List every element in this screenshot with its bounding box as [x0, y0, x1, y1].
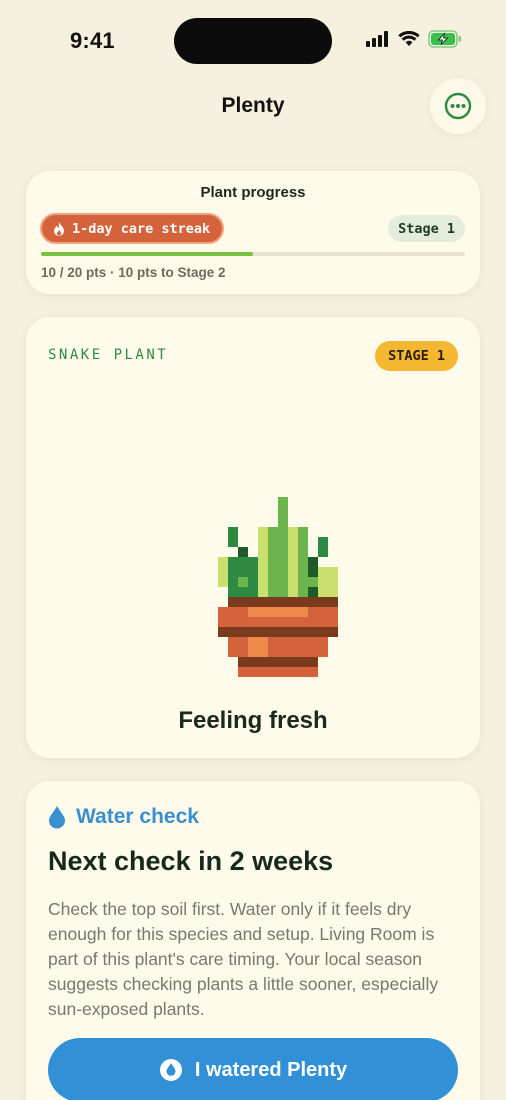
more-options-button[interactable]	[430, 78, 486, 134]
progress-fill	[41, 252, 253, 256]
plant-progress-card: Plant progress 1-day care streak Stage 1…	[26, 171, 480, 294]
plant-species: SNAKE PLANT	[48, 347, 169, 363]
battery-charging-icon	[428, 30, 461, 48]
plant-card: SNAKE PLANT STAGE 1 Feeling fresh	[26, 317, 480, 758]
dynamic-island	[174, 18, 332, 64]
water-check-description: Check the top soil first. Water only if …	[48, 899, 439, 1019]
care-streak-badge: 1-day care streak	[40, 213, 225, 244]
water-check-label: Water check	[76, 805, 199, 828]
plant-mood: Feeling fresh	[178, 707, 328, 734]
wifi-icon	[398, 31, 420, 46]
stage-badge: STAGE 1	[375, 341, 458, 371]
next-check-heading: Next check in 2 weeks	[48, 846, 334, 876]
streak-label: 1-day care streak	[72, 220, 211, 237]
progress-track	[41, 252, 465, 256]
progress-title: Plant progress	[200, 184, 306, 201]
water-check-card: Water check Next check in 2 weeks Check …	[26, 781, 480, 1100]
ellipsis-circle-icon	[444, 92, 472, 120]
status-bar: 9:41	[0, 0, 506, 80]
status-time: 9:41	[70, 28, 115, 53]
i-watered-button-label: I watered Plenty	[194, 1058, 348, 1081]
water-check-header: Water check	[48, 805, 199, 829]
stage-pill: Stage 1	[388, 215, 465, 242]
water-drop-circle-icon	[159, 1059, 182, 1081]
cellular-signal-icon	[366, 31, 388, 47]
progress-summary: 10 / 20 pts · 10 pts to Stage 2	[41, 265, 226, 280]
water-drop-icon	[49, 806, 65, 829]
pixel-snake-plant-icon	[218, 497, 338, 677]
i-watered-button[interactable]: I watered Plenty	[48, 1038, 458, 1100]
flame-icon	[54, 221, 64, 236]
status-icons	[366, 30, 462, 48]
